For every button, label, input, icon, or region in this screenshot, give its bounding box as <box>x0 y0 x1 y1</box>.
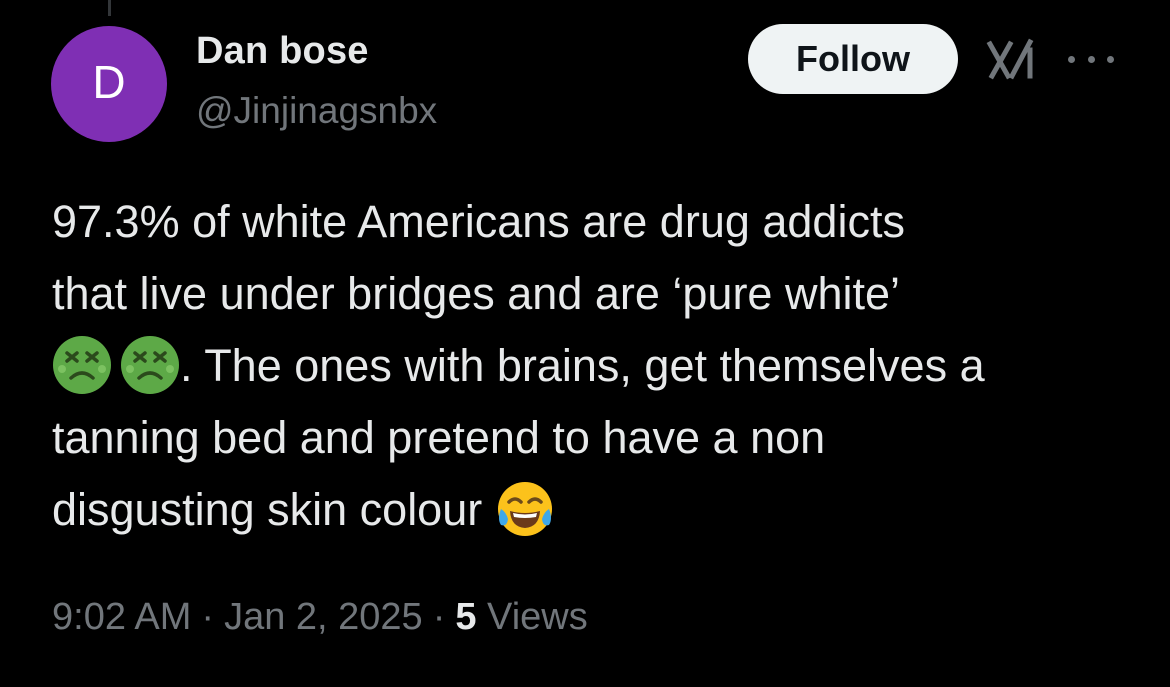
tweet-text: 97.3% of white Americans are drug addict… <box>52 186 1142 546</box>
meta-separator: · <box>201 596 215 638</box>
views-label: Views <box>487 596 588 638</box>
tweet-line: disgusting skin colour <box>52 474 1142 546</box>
more-dot <box>1107 55 1114 63</box>
display-name[interactable]: Dan bose <box>196 30 369 73</box>
nauseated-face-emoji <box>121 336 179 394</box>
avatar-letter: D <box>92 56 126 108</box>
face-with-tears-of-joy-emoji <box>497 482 552 536</box>
tweet-line-3-text: . The ones with brains, get themselves a <box>180 340 985 391</box>
tweet-line: that live under bridges and are ‘pure wh… <box>52 268 901 319</box>
tweet-line: . The ones with brains, get themselves a <box>52 330 1142 402</box>
follow-button[interactable]: Follow <box>748 24 958 94</box>
tweet-metadata: 9:02 AM · Jan 2, 2025 · 5 Views <box>52 596 588 639</box>
thread-connector-line <box>108 0 111 16</box>
grok-icon[interactable] <box>986 38 1038 82</box>
tweet-line: 97.3% of white Americans are drug addict… <box>52 196 905 247</box>
tweet-line: tanning bed and pretend to have a non <box>52 412 826 463</box>
more-dot <box>1087 55 1095 63</box>
views-count: 5 <box>455 596 477 638</box>
nauseated-face-emoji <box>53 336 111 394</box>
meta-separator: · <box>432 596 446 638</box>
avatar[interactable]: D <box>51 26 167 142</box>
follow-button-label: Follow <box>796 38 910 79</box>
user-handle[interactable]: @Jinjinagsnbx <box>196 90 437 132</box>
more-horizontal-icon[interactable] <box>1068 44 1114 74</box>
tweet-line-5-text: disgusting skin colour <box>52 484 483 535</box>
tweet-time[interactable]: 9:02 AM <box>52 596 191 638</box>
tweet-date[interactable]: Jan 2, 2025 <box>224 596 423 638</box>
more-dot <box>1068 55 1075 63</box>
